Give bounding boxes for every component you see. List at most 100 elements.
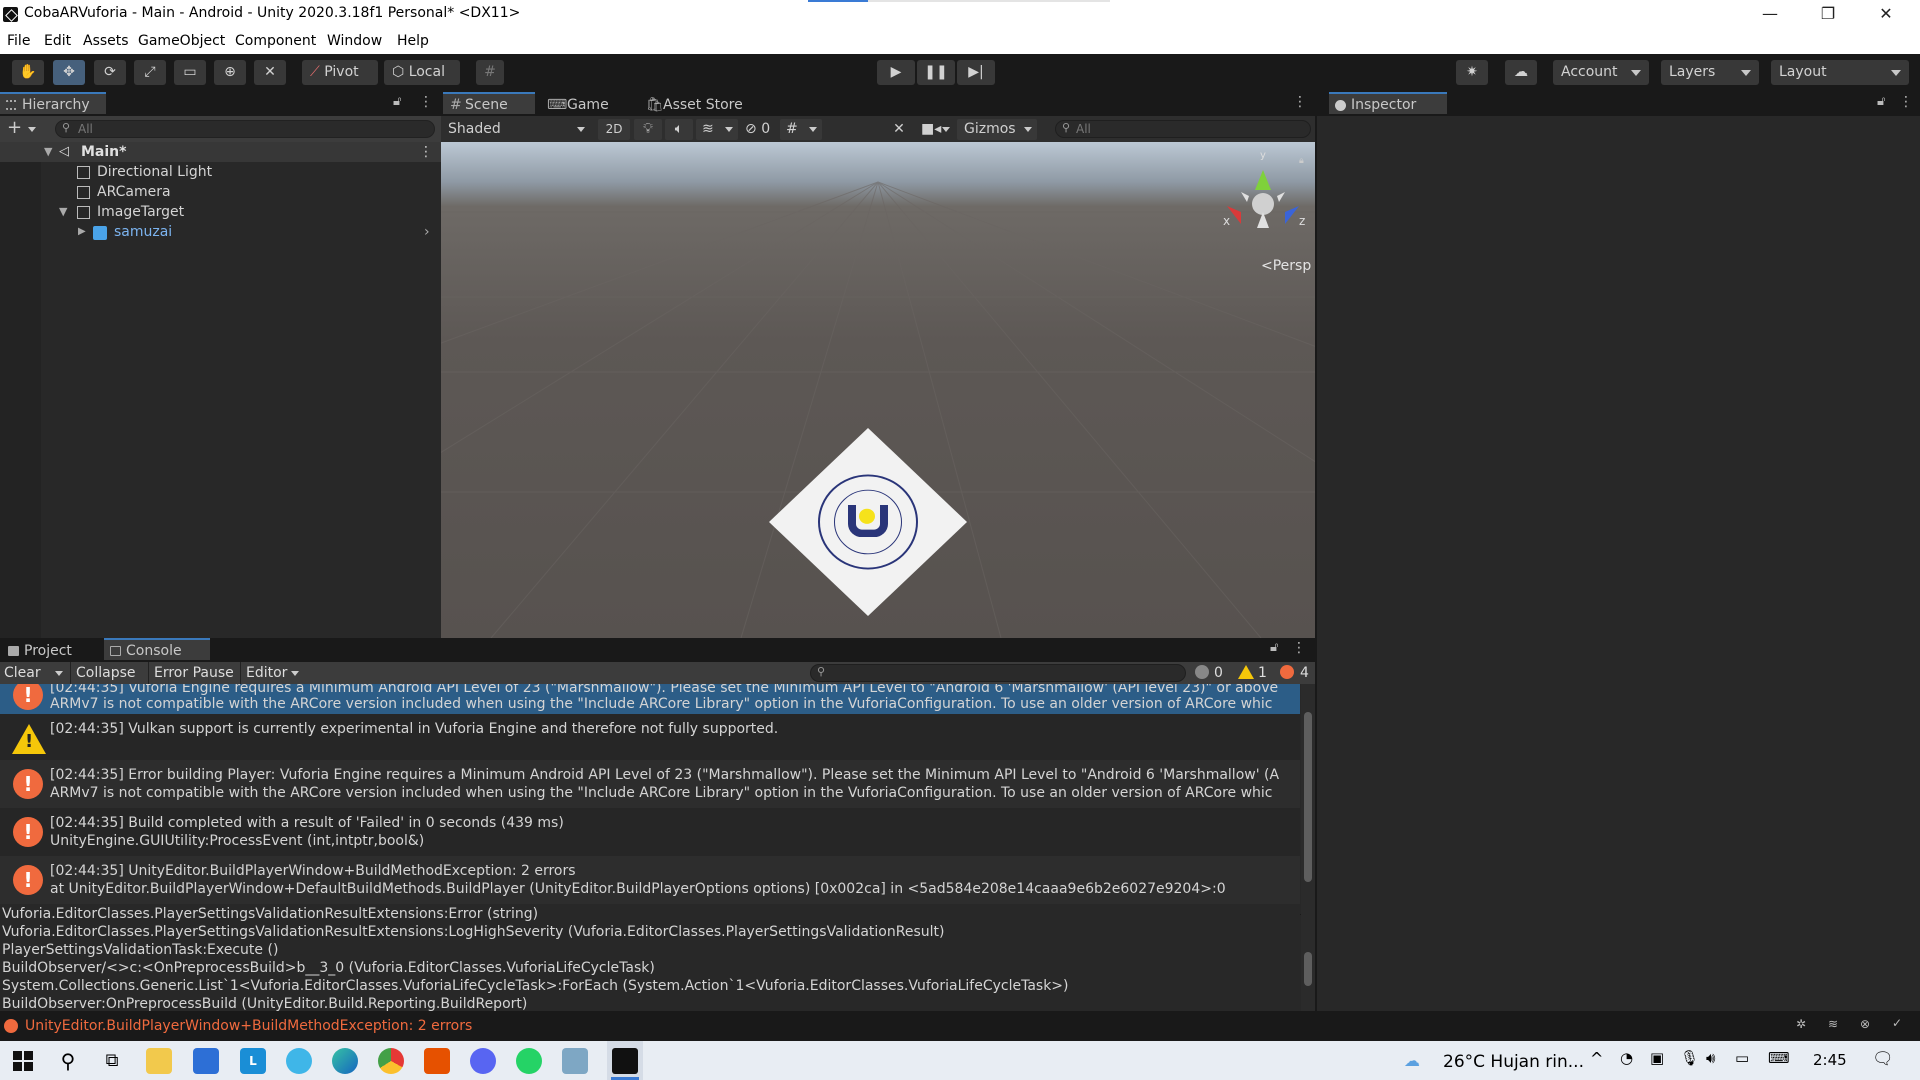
- perspective-label[interactable]: <Persp: [1261, 258, 1311, 274]
- tab-scene[interactable]: # Scene: [443, 92, 535, 114]
- chrome-browser-icon[interactable]: [378, 1048, 404, 1074]
- log-scrollbar[interactable]: [1301, 684, 1315, 914]
- camera-icon[interactable]: ■◂: [917, 119, 953, 140]
- orientation-gizmo[interactable]: y x z 🔒︎ <Persp: [1201, 142, 1315, 274]
- weather-text[interactable]: 26°C Hujan rin...: [1443, 1052, 1584, 1072]
- local-toggle[interactable]: ⬡ Local: [384, 60, 460, 85]
- lock-icon[interactable]: 🔓︎: [1270, 640, 1278, 655]
- chevron-right-icon[interactable]: ›: [424, 222, 430, 242]
- hidden-objects-toggle[interactable]: ⊘ 0: [741, 119, 777, 140]
- menu-file[interactable]: File: [7, 33, 30, 49]
- whatsapp-icon[interactable]: [516, 1048, 542, 1074]
- pivot-toggle[interactable]: ⟋ Pivot: [302, 60, 378, 85]
- cloud-icon[interactable]: ☁: [1505, 60, 1537, 85]
- status-bar[interactable]: UnityEditor.BuildPlayerWindow+BuildMetho…: [0, 1011, 1920, 1041]
- office-icon[interactable]: [424, 1048, 450, 1074]
- clock-time[interactable]: 2:45: [1813, 1051, 1847, 1069]
- minimize-button[interactable]: —: [1742, 0, 1798, 29]
- more-options-icon[interactable]: ⋮: [1899, 94, 1913, 110]
- layout-dropdown[interactable]: Layout: [1771, 60, 1909, 85]
- hand-tool-icon[interactable]: ✋: [12, 60, 44, 85]
- scene-root-row[interactable]: ▼ ◁ Main* ⋮: [0, 142, 441, 162]
- lock-icon[interactable]: 🔓︎: [393, 94, 401, 109]
- log-entry[interactable]: [02:44:35] Vuforia Engine requires a Min…: [0, 684, 1300, 714]
- log-entry[interactable]: [02:44:35] Build completed with a result…: [0, 808, 1300, 856]
- hierarchy-search-input[interactable]: ⚲ All: [55, 120, 435, 138]
- effects-icon[interactable]: ≋: [696, 119, 738, 140]
- close-button[interactable]: ✕: [1858, 0, 1914, 29]
- file-explorer-icon[interactable]: [146, 1048, 172, 1074]
- gizmos-dropdown[interactable]: Gizmos: [957, 119, 1037, 140]
- tab-console[interactable]: Console: [104, 638, 210, 660]
- toggle-2d-button[interactable]: 2D: [598, 119, 630, 140]
- more-options-icon[interactable]: ⋮: [419, 94, 433, 110]
- search-icon[interactable]: ⚲: [55, 1048, 81, 1074]
- tab-asset-store[interactable]: 🛍︎ Asset Store: [641, 94, 761, 116]
- store-icon[interactable]: [193, 1048, 219, 1074]
- audio-icon[interactable]: 🔈︎: [665, 119, 693, 140]
- notifications-icon[interactable]: 🗨︎: [1872, 1049, 1894, 1069]
- menu-assets[interactable]: Assets: [83, 33, 129, 49]
- more-options-icon[interactable]: ⋮: [419, 142, 433, 162]
- bug-off-icon[interactable]: ✲: [1796, 1017, 1806, 1031]
- launcher-l-icon[interactable]: L: [240, 1048, 266, 1074]
- editor-dropdown[interactable]: Editor: [246, 665, 287, 681]
- keyboard-icon[interactable]: ⌨: [1768, 1049, 1790, 1067]
- task-view-icon[interactable]: ⧉: [99, 1048, 125, 1074]
- tab-project[interactable]: Project: [2, 640, 102, 662]
- hierarchy-item-samuzai[interactable]: ▶ samuzai ›: [0, 222, 441, 242]
- lock-icon[interactable]: 🔓︎: [1877, 94, 1885, 109]
- info-count[interactable]: 0: [1214, 665, 1223, 681]
- error-count[interactable]: 4: [1300, 665, 1309, 681]
- tab-inspector[interactable]: Inspector: [1329, 92, 1447, 114]
- hierarchy-item-directional-light[interactable]: Directional Light: [0, 162, 441, 182]
- scene-viewport[interactable]: y x z 🔒︎ <Persp: [441, 142, 1315, 638]
- log-entry[interactable]: ! [02:44:35] Vulkan support is currently…: [0, 714, 1300, 760]
- log-entry[interactable]: [02:44:35] Error building Player: Vufori…: [0, 760, 1300, 808]
- more-options-icon[interactable]: ⋮: [1292, 640, 1306, 656]
- maximize-button[interactable]: ❐: [1800, 0, 1856, 29]
- tools-icon[interactable]: ✕: [885, 119, 913, 140]
- log-entry[interactable]: [02:44:35] UnityEditor.BuildPlayerWindow…: [0, 856, 1300, 904]
- more-options-icon[interactable]: ⋮: [1293, 94, 1307, 110]
- chevron-down-icon[interactable]: ▼: [44, 142, 52, 162]
- collab-icon[interactable]: ✷: [1456, 60, 1488, 85]
- edge-browser-icon[interactable]: [332, 1048, 358, 1074]
- cache-off-icon[interactable]: ⊗: [1860, 1017, 1870, 1031]
- chevron-up-icon[interactable]: ^: [1590, 1049, 1603, 1068]
- add-icon[interactable]: +: [7, 117, 22, 138]
- menu-help[interactable]: Help: [397, 33, 429, 49]
- account-dropdown[interactable]: Account: [1553, 60, 1649, 85]
- tab-hierarchy[interactable]: Hierarchy: [0, 92, 106, 114]
- rect-tool-icon[interactable]: ▭: [174, 60, 206, 85]
- warning-count[interactable]: 1: [1258, 665, 1267, 681]
- stacktrace-scrollbar[interactable]: [1301, 914, 1315, 1011]
- pause-button[interactable]: ❚❚: [917, 60, 955, 85]
- scale-tool-icon[interactable]: ⤢: [134, 60, 166, 85]
- error-pause-button[interactable]: Error Pause: [154, 665, 234, 681]
- custom-tool-icon[interactable]: ✕: [254, 60, 286, 85]
- hierarchy-item-imagetarget[interactable]: ▼ ImageTarget: [0, 202, 441, 222]
- chevron-down-icon[interactable]: [28, 127, 36, 132]
- unity-taskbar-item[interactable]: [607, 1041, 643, 1080]
- step-button[interactable]: ▶|: [957, 60, 995, 85]
- chevron-right-icon[interactable]: ▶: [78, 222, 86, 242]
- layers-dropdown[interactable]: Layers: [1661, 60, 1759, 85]
- discord-icon[interactable]: [470, 1048, 496, 1074]
- scene-search-input[interactable]: ⚲ All: [1055, 120, 1311, 138]
- collapse-button[interactable]: Collapse: [76, 665, 136, 681]
- meet-now-icon[interactable]: ▣: [1650, 1049, 1664, 1067]
- move-tool-icon[interactable]: ✥: [53, 60, 85, 85]
- app-window-icon[interactable]: [562, 1048, 588, 1074]
- grid-snap-icon[interactable]: #: [476, 60, 504, 85]
- menu-edit[interactable]: Edit: [44, 33, 71, 49]
- menu-gameobject[interactable]: GameObject: [138, 33, 225, 49]
- tab-game[interactable]: ⌨ Game: [545, 94, 629, 116]
- chevron-down-icon[interactable]: [291, 671, 299, 676]
- chat-app-icon[interactable]: [286, 1048, 312, 1074]
- transform-tool-icon[interactable]: ⊕: [214, 60, 246, 85]
- menu-window[interactable]: Window: [327, 33, 382, 49]
- lighting-icon[interactable]: 💡︎: [634, 119, 662, 140]
- hierarchy-item-arcamera[interactable]: ARCamera: [0, 182, 441, 202]
- grid-toggle-icon[interactable]: #: [780, 119, 822, 140]
